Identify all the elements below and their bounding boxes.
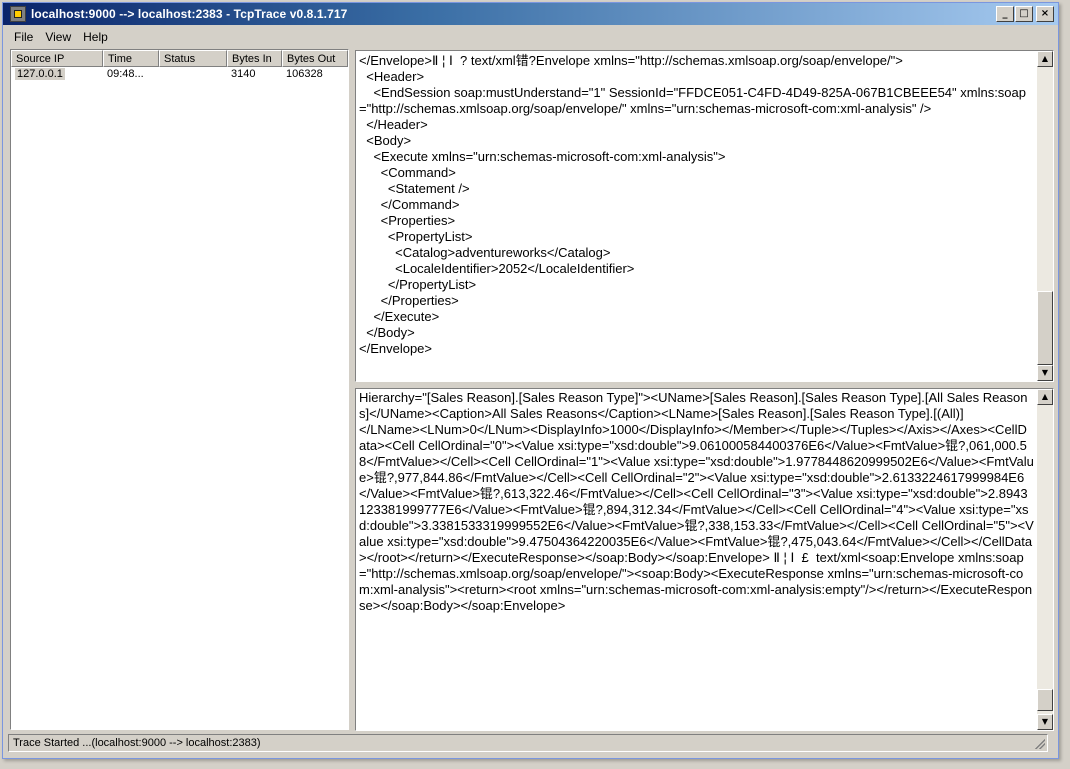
request-line: <Header>: [359, 69, 425, 84]
request-scrollbar[interactable]: ▲ ▼: [1037, 51, 1053, 381]
response-line: Hierarchy="[Sales Reason].[Sales Reason …: [359, 390, 1028, 421]
caption-buttons: _ □ ×: [996, 6, 1054, 22]
resize-grip-icon[interactable]: [1035, 739, 1045, 749]
request-text-pane[interactable]: </Envelope>Ⅱ ¦ Ⅰ ? text/xml错?Envelope xm…: [355, 50, 1054, 382]
maximize-button[interactable]: □: [1015, 6, 1033, 22]
status-cell: [159, 67, 227, 82]
status-text: Trace Started ...(localhost:9000 --> loc…: [13, 737, 261, 749]
menu-view[interactable]: View: [40, 30, 76, 44]
window-title: localhost:9000 --> localhost:2383 - TcpT…: [31, 7, 348, 21]
column-header-time[interactable]: Time: [103, 50, 159, 67]
request-line: <Catalog>adventureworks</Catalog>: [359, 245, 611, 260]
column-header-status[interactable]: Status: [159, 50, 227, 67]
request-line: <Statement />: [359, 181, 470, 196]
connection-row[interactable]: 127.0.0.1 09:48... 3140 106328: [11, 67, 348, 82]
response-scrollbar[interactable]: ▲ ▼: [1037, 389, 1053, 730]
scroll-up-arrow-icon[interactable]: ▲: [1037, 389, 1053, 405]
connection-list[interactable]: Source IP Time Status Bytes In Bytes Out…: [10, 49, 349, 730]
source-ip-cell: 127.0.0.1: [11, 67, 103, 82]
column-header-bytes-out[interactable]: Bytes Out: [282, 50, 348, 67]
request-line: <Execute xmlns="urn:schemas-microsoft-co…: [359, 149, 726, 164]
scroll-down-arrow-icon[interactable]: ▼: [1037, 365, 1053, 381]
request-line: </PropertyList>: [359, 277, 477, 292]
request-line: <EndSession soap:mustUnderstand="1" Sess…: [359, 85, 1026, 116]
column-header-source-ip[interactable]: Source IP: [11, 50, 103, 67]
scroll-up-arrow-icon[interactable]: ▲: [1037, 51, 1053, 67]
response-scroll-thumb[interactable]: [1037, 689, 1053, 711]
title-bar[interactable]: localhost:9000 --> localhost:2383 - TcpT…: [3, 3, 1058, 25]
request-line: </Header>: [359, 117, 428, 132]
request-line: </Properties>: [359, 293, 459, 308]
app-icon[interactable]: [10, 6, 26, 22]
close-button[interactable]: ×: [1036, 6, 1054, 22]
request-line: </Execute>: [359, 309, 440, 324]
minimize-button[interactable]: _: [996, 6, 1014, 22]
request-line: </Envelope>: [359, 341, 433, 356]
bytes-in-cell: 3140: [231, 68, 256, 80]
menu-bar: File View Help: [3, 27, 1064, 47]
request-line: <PropertyList>: [359, 229, 473, 244]
request-line: <LocaleIdentifier>2052</LocaleIdentifier…: [359, 261, 635, 276]
request-line: <Properties>: [359, 213, 456, 228]
response-line: </LName><LNum>0</LNum><DisplayInfo>1000<…: [359, 422, 1034, 613]
source-ip-value: 127.0.0.1: [15, 68, 65, 80]
connection-list-header: Source IP Time Status Bytes In Bytes Out: [11, 50, 348, 67]
request-line: <Command>: [359, 165, 456, 180]
response-text-pane[interactable]: Hierarchy="[Sales Reason].[Sales Reason …: [355, 388, 1054, 731]
request-line: </Body>: [359, 325, 415, 340]
column-header-bytes-in[interactable]: Bytes In: [227, 50, 282, 67]
request-text: </Envelope>Ⅱ ¦ Ⅰ ? text/xml错?Envelope xm…: [359, 53, 1034, 357]
response-text: Hierarchy="[Sales Reason].[Sales Reason …: [359, 390, 1034, 614]
bytes-out-cell: 106328: [286, 68, 323, 80]
status-bar: Trace Started ...(localhost:9000 --> loc…: [8, 734, 1048, 752]
request-scroll-thumb[interactable]: [1037, 291, 1053, 365]
request-line: </Envelope>Ⅱ ¦ Ⅰ ? text/xml错?Envelope xm…: [359, 53, 903, 68]
request-line: <Body>: [359, 133, 412, 148]
vertical-splitter[interactable]: [350, 49, 353, 730]
time-cell: 09:48...: [107, 68, 144, 80]
menu-help[interactable]: Help: [78, 30, 113, 44]
request-line: </Command>: [359, 197, 460, 212]
menu-file[interactable]: File: [9, 30, 38, 44]
scroll-down-arrow-icon[interactable]: ▼: [1037, 714, 1053, 730]
